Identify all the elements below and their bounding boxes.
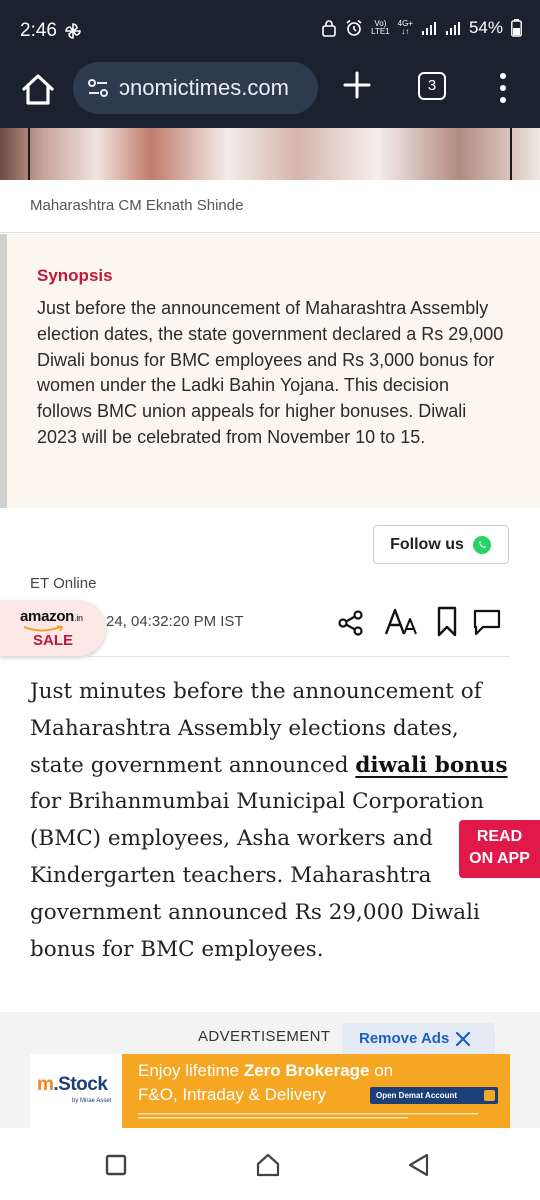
battery-percent: 54% bbox=[468, 18, 503, 37]
follow-us-label: Follow us bbox=[390, 535, 464, 553]
author-name[interactable]: ET Online bbox=[30, 575, 96, 592]
tabs-switcher-button[interactable]: 3 bbox=[418, 72, 446, 100]
site-settings-icon[interactable] bbox=[85, 75, 111, 101]
follow-us-button[interactable]: Follow us bbox=[373, 525, 509, 564]
whatsapp-icon bbox=[472, 535, 491, 554]
ad-subline: F&O, Intraday & Delivery bbox=[138, 1085, 327, 1104]
toolbar-divider bbox=[30, 656, 510, 657]
remove-ads-button[interactable]: Remove Ads bbox=[342, 1023, 495, 1054]
diwali-bonus-link[interactable]: diwali bonus bbox=[355, 753, 507, 778]
ad-brand-logo: m.Stock bbox=[37, 1074, 108, 1095]
battery-icon bbox=[511, 19, 522, 37]
synopsis-title: Synopsis bbox=[37, 266, 113, 285]
ad-cta-label: Open Demat Account bbox=[376, 1091, 458, 1100]
signal-icon-2 bbox=[445, 22, 460, 35]
ad-headline: Enjoy lifetime Zero Brokerage on bbox=[138, 1061, 394, 1080]
remove-ads-label: Remove Ads bbox=[359, 1030, 450, 1047]
status-time: 2:46 bbox=[20, 20, 57, 41]
read-on-app-button[interactable]: READ ON APP bbox=[459, 820, 540, 878]
ad-logo-box: m.Stock by Mirae Asset bbox=[30, 1054, 122, 1128]
nav-home-icon[interactable] bbox=[255, 1152, 281, 1178]
lock-icon bbox=[322, 20, 336, 37]
system-nav-bar bbox=[0, 1128, 540, 1200]
image-caption: Maharashtra CM Eknath Shinde bbox=[30, 197, 244, 214]
advertisement-label: ADVERTISEMENT bbox=[198, 1028, 331, 1045]
ad-brand-sub: by Mirae Asset bbox=[72, 1098, 112, 1104]
tab-count: 3 bbox=[427, 77, 437, 94]
data-indicator: 4G+ ↓↑ bbox=[397, 19, 413, 36]
signal-icon bbox=[421, 22, 436, 35]
back-icon[interactable] bbox=[406, 1152, 432, 1178]
volte-indicator: Vo) LTE1 bbox=[371, 19, 390, 36]
status-indicators: Vo) LTE1 4G+ ↓↑ 54% bbox=[321, 18, 522, 38]
amazon-sale-label: SALE bbox=[33, 632, 74, 649]
amazon-sale-badge[interactable]: amazon.in SALE bbox=[0, 600, 106, 656]
article-body: Just minutes before the announcement of … bbox=[30, 674, 510, 968]
pinwheel-icon bbox=[65, 23, 81, 39]
synopsis-box: Synopsis Just before the announcement of… bbox=[0, 234, 540, 508]
article-image-frame bbox=[28, 128, 512, 180]
close-icon bbox=[456, 1031, 471, 1046]
url-text: ɔnomictimes.com bbox=[119, 75, 289, 100]
status-bar: 2:46 Vo) LTE1 4G+ ↓↑ 54% bbox=[0, 0, 540, 62]
alarm-icon bbox=[346, 19, 362, 36]
more-vert-icon[interactable] bbox=[495, 70, 511, 106]
home-icon[interactable] bbox=[18, 70, 58, 110]
address-bar[interactable]: ɔnomictimes.com bbox=[73, 62, 318, 114]
ad-fine-print bbox=[138, 1113, 478, 1119]
comment-icon[interactable] bbox=[472, 607, 502, 637]
read-on-app-line1: READ bbox=[476, 828, 523, 845]
font-size-icon[interactable] bbox=[384, 606, 420, 638]
arrow-icon bbox=[484, 1090, 495, 1101]
new-tab-plus-icon[interactable] bbox=[340, 68, 374, 102]
bookmark-icon[interactable] bbox=[436, 606, 458, 638]
ad-cta-button[interactable]: Open Demat Account bbox=[370, 1087, 498, 1104]
synopsis-text: Just before the announcement of Maharash… bbox=[37, 298, 504, 447]
amazon-logo: amazon.in bbox=[20, 608, 83, 625]
recent-apps-icon[interactable] bbox=[105, 1154, 127, 1176]
article-body-text-2: for Brihanmumbai Municipal Corporation (… bbox=[30, 789, 484, 962]
caption-divider bbox=[0, 232, 540, 233]
read-on-app-line2: ON APP bbox=[469, 850, 530, 867]
ad-banner[interactable]: m.Stock by Mirae Asset Enjoy lifetime Ze… bbox=[30, 1054, 510, 1128]
browser-toolbar: ɔnomictimes.com 3 bbox=[0, 62, 540, 128]
share-icon[interactable] bbox=[337, 609, 365, 637]
publish-timestamp: 24, 04:32:20 PM IST bbox=[106, 613, 244, 630]
